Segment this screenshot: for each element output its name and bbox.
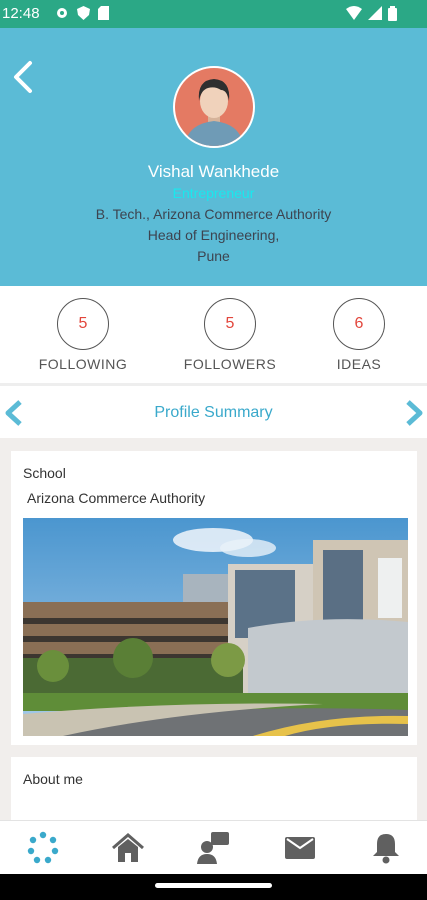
home-indicator[interactable] — [155, 883, 272, 888]
summary-title: Profile Summary — [154, 404, 273, 421]
school-image — [23, 518, 408, 736]
stat-following-count: 5 — [57, 298, 109, 350]
stat-followers-count: 5 — [204, 298, 256, 350]
status-icons-right — [346, 6, 397, 21]
nav-dots[interactable] — [23, 831, 63, 865]
stats-row: 5 FOLLOWING 5 FOLLOWERS 6 IDEAS — [0, 286, 427, 383]
home-icon — [112, 833, 144, 862]
profile-location: Pune — [197, 248, 230, 264]
avatar-icon — [185, 79, 243, 146]
stat-ideas[interactable]: 6 IDEAS — [304, 298, 414, 372]
nav-notifications[interactable] — [366, 831, 406, 865]
school-card: School Arizona Commerce Authority — [11, 451, 417, 745]
school-name: Arizona Commerce Authority — [27, 490, 206, 506]
bell-icon — [373, 834, 399, 864]
stat-following[interactable]: 5 FOLLOWING — [28, 298, 138, 372]
status-time: 12:48 — [2, 5, 40, 22]
status-icons-left — [55, 6, 109, 20]
dots-icon — [27, 831, 59, 864]
back-icon[interactable] — [8, 60, 38, 94]
mail-icon — [285, 837, 315, 859]
stat-followers[interactable]: 5 FOLLOWERS — [175, 298, 285, 372]
avatar — [173, 66, 255, 148]
wifi-icon — [346, 6, 362, 20]
contacts-icon — [197, 832, 229, 864]
nav-home[interactable] — [108, 831, 148, 865]
signal-icon — [368, 6, 382, 20]
stat-ideas-count: 6 — [333, 298, 385, 350]
status-bar: 12:48 — [0, 0, 427, 28]
about-label: About me — [23, 771, 83, 787]
profile-role: Entrepreneur — [172, 185, 255, 201]
profile-education: B. Tech., Arizona Commerce Authority — [95, 206, 332, 222]
battery-icon — [388, 6, 397, 21]
sd-card-icon — [98, 6, 109, 20]
school-label: School — [23, 465, 66, 481]
stat-ideas-label: IDEAS — [336, 356, 382, 372]
profile-name: Vishal Wankhede — [147, 162, 280, 181]
profile-position: Head of Engineering, — [147, 227, 280, 243]
stat-following-label: FOLLOWING — [38, 356, 128, 372]
nav-contacts[interactable] — [194, 831, 234, 865]
gesture-bar — [0, 874, 427, 900]
bottom-nav — [0, 820, 427, 875]
chevron-right-icon[interactable] — [404, 400, 426, 426]
settings-icon — [57, 8, 67, 18]
stat-followers-label: FOLLOWERS — [183, 356, 277, 372]
summary-bar: Profile Summary — [0, 386, 427, 438]
shield-icon — [77, 6, 90, 20]
nav-mail[interactable] — [280, 831, 320, 865]
about-card: About me — [11, 757, 417, 827]
